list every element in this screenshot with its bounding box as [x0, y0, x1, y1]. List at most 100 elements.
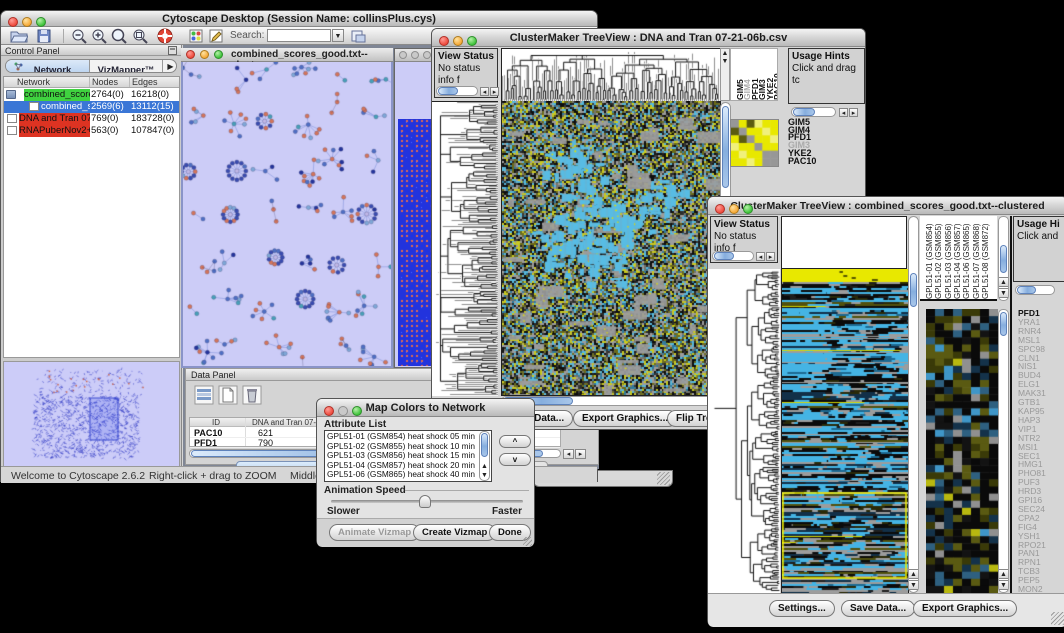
column-label: GPL51-04 (GSM857) [953, 223, 962, 299]
treeview2-hints-slider[interactable] [1015, 285, 1055, 295]
treeview2-column-dendrogram [781, 216, 907, 269]
treeview2-status-slider-left[interactable]: ◂ [756, 252, 765, 261]
tab-network[interactable]: Network [6, 60, 90, 73]
treeview1-minimize-button[interactable] [453, 36, 463, 46]
treeview2-row-dendrogram[interactable] [708, 269, 780, 593]
search-input[interactable] [267, 29, 331, 42]
treeview1-close-button[interactable] [439, 36, 449, 46]
frame2-zoom-button[interactable] [423, 51, 431, 59]
new-attribute-icon[interactable] [218, 385, 238, 405]
help-lifesaver-icon[interactable] [157, 28, 173, 44]
treeview2-close-button[interactable] [715, 204, 725, 214]
attribute-select-icon[interactable] [194, 385, 214, 405]
move-up-button[interactable]: ^ [499, 435, 531, 448]
treeview2-status-slider-right[interactable]: ▸ [766, 252, 775, 261]
main-titlebar[interactable]: Cytoscape Desktop (Session Name: collins… [1, 11, 597, 27]
treeview1-status-slider[interactable] [436, 86, 478, 96]
col-network[interactable]: Network [17, 77, 50, 87]
data-col-id[interactable]: ID [212, 418, 220, 427]
close-button[interactable] [8, 17, 18, 27]
treeview1-column-dendrogram[interactable] [501, 48, 721, 102]
network-row[interactable]: RNAPuberNov2+|563(0)107847(0) [4, 125, 179, 137]
treeview2-status-slider[interactable] [712, 251, 754, 261]
map-dialog-zoom-button[interactable] [352, 406, 362, 416]
treeview1-dendro-scroll[interactable]: ▲ ▼ [720, 48, 730, 101]
frame2-close-button[interactable] [399, 51, 407, 59]
annotation-icon[interactable] [209, 29, 224, 43]
map-dialog-close-button[interactable] [324, 406, 334, 416]
frame2-minimize-button[interactable] [411, 51, 419, 59]
network-table: Network Nodes Edges combined_scores2764(… [3, 76, 180, 358]
vizmapper-icon[interactable] [189, 29, 203, 43]
attribute-list-item[interactable]: GPL51-07 (GSM868) heat shock 60 min [327, 480, 489, 482]
treeview1-zoom-button[interactable] [467, 36, 477, 46]
scroll-left-button[interactable]: ◂ [563, 449, 574, 459]
treeview2-settings-button[interactable]: Settings... [769, 600, 835, 617]
attribute-list-scrollbar[interactable]: ▲ ▼ [479, 431, 490, 481]
move-down-button[interactable]: v [499, 453, 531, 466]
animation-speed-slider[interactable] [331, 500, 523, 503]
network-overview-panel[interactable] [3, 361, 180, 469]
treeview2-export-graphics-button[interactable]: Export Graphics... [913, 600, 1017, 617]
treeview2-save-data-button[interactable]: Save Data... [841, 600, 915, 617]
float-panel-icon[interactable] [168, 46, 177, 55]
network-row[interactable]: combined_scores2764(0)16218(0) [4, 89, 179, 101]
search-dropdown-button[interactable]: ▼ [332, 29, 344, 42]
treeview2-titlebar[interactable]: ClusterMaker TreeView : combined_scores_… [708, 197, 1064, 215]
data-panel-title: Data Panel [191, 370, 236, 380]
column-label: GPL51-07 (GSM868) [972, 223, 981, 299]
open-file-icon[interactable] [10, 29, 28, 43]
treeview1-hints-slider-right[interactable]: ▸ [849, 108, 858, 117]
treeview2-minimize-button[interactable] [729, 204, 739, 214]
zoom-button[interactable] [36, 17, 46, 27]
network-row[interactable]: DNA and Tran 07769(0)183728(0) [4, 113, 179, 125]
treeview1-hints-slider[interactable] [791, 107, 836, 117]
col-nodes[interactable]: Nodes [89, 77, 118, 87]
zoom-fit-icon[interactable] [111, 28, 128, 44]
tabs-overflow-button[interactable]: ▶ [162, 60, 177, 73]
treeview1-mini-heatmap[interactable] [730, 119, 779, 167]
treeview1-export-graphics-button[interactable]: Export Graphics... [573, 410, 677, 427]
zoom-in-icon[interactable] [91, 28, 108, 44]
minimize-button[interactable] [22, 17, 32, 27]
treeview2-labels-scrollbar[interactable]: ▲ ▼ [998, 216, 1009, 301]
treeview2-mini-heatmap[interactable] [926, 309, 998, 593]
treeview2-mini-scrollbar[interactable]: ▲ ▼ [998, 309, 1009, 593]
zoom-out-icon[interactable] [71, 28, 88, 44]
col-edges[interactable]: Edges [129, 77, 158, 87]
treeview1-status-slider-right[interactable]: ▸ [490, 87, 499, 96]
tab-vizmapper[interactable]: VizMapper™ [90, 60, 162, 73]
treeview1-row-dendrogram[interactable] [432, 101, 498, 396]
frame1-minimize-button[interactable] [200, 50, 209, 59]
save-icon[interactable] [37, 29, 51, 43]
treeview1-title: ClusterMaker TreeView : DNA and Tran 07-… [510, 32, 788, 44]
resize-grip[interactable] [657, 472, 670, 485]
gene-label[interactable]: PAC10 [788, 158, 848, 166]
frame1-zoom-button[interactable] [214, 50, 223, 59]
create-vizmap-button[interactable]: Create Vizmap [413, 524, 496, 541]
delete-attribute-icon[interactable] [242, 385, 262, 405]
treeview1-hints-slider-left[interactable]: ◂ [839, 108, 848, 117]
attribute-list[interactable]: GPL51-01 (GSM854) heat shock 05 minGPL51… [324, 430, 492, 482]
network-row[interactable]: combined_sco2569(6)13112(15) [4, 101, 179, 113]
treeview2-zoom-button[interactable] [743, 204, 753, 214]
treeview2-gene-list: PFD1YRA1RNR4MSL1SPC98CLN1NIS1BUD4ELG1MAK… [1018, 309, 1064, 593]
network-view-canvas[interactable] [183, 62, 391, 366]
animate-vizmap-button[interactable]: Animate Vizmap [329, 524, 420, 541]
treeview1-heatmap[interactable] [501, 101, 721, 396]
treeview1-titlebar[interactable]: ClusterMaker TreeView : DNA and Tran 07-… [432, 29, 865, 47]
scroll-right-button[interactable]: ▸ [575, 449, 586, 459]
column-label: GPL51-08 (GSM872) [981, 223, 990, 299]
treeview2-heatmap[interactable] [781, 269, 909, 593]
network-overview-icon[interactable] [351, 29, 366, 43]
slider-thumb[interactable] [419, 495, 431, 508]
treeview2-resize-grip[interactable] [1051, 612, 1064, 625]
treeview1-status-slider-left[interactable]: ◂ [480, 87, 489, 96]
dialog-resize-grip[interactable] [523, 537, 532, 546]
network-frame[interactable]: combined_scores_good.txt--cluste... [181, 48, 393, 368]
document-icon [29, 102, 39, 111]
frame1-close-button[interactable] [186, 50, 195, 59]
map-dialog-minimize-button[interactable] [338, 406, 348, 416]
zoom-selected-icon[interactable] [132, 28, 149, 44]
treeview2-vscrollbar[interactable]: ▲ ▼ [908, 216, 919, 593]
